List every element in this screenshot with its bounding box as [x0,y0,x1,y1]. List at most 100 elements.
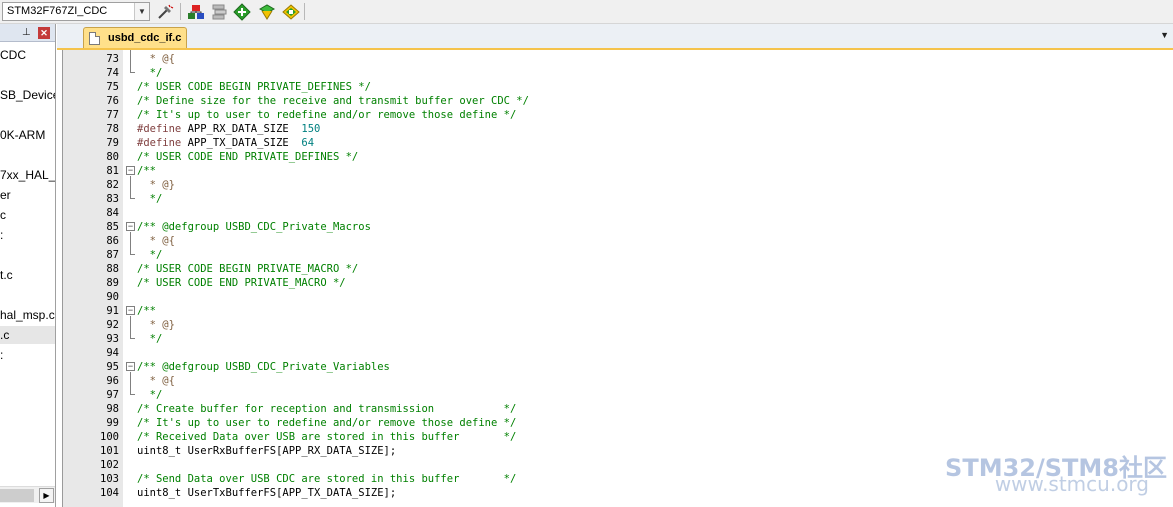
chevron-down-icon[interactable]: ▼ [134,3,149,20]
fold-collapse-icon[interactable]: − [126,362,135,371]
line-number: 103 [100,473,119,485]
code-text[interactable]: /* It's up to user to redefine and/or re… [137,416,516,430]
tree-item[interactable]: CDC [0,46,26,64]
toolbar: STM32F767ZI_CDC ▼ [0,0,1173,24]
target-select-value: STM32F767ZI_CDC [7,5,108,17]
tree-item[interactable]: hal_msp.c [0,306,55,324]
line-number: 82 [106,179,119,191]
tab-label: usbd_cdc_if.c [108,32,182,44]
fold-guide-end [130,72,135,73]
line-number: 88 [106,263,119,275]
options-for-target-icon[interactable] [155,2,175,21]
code-text[interactable]: * @} [137,178,175,192]
pack-installer-icon[interactable] [257,2,277,21]
line-number: 101 [100,445,119,457]
code-editor[interactable]: 73 * @{ 74 */ 75 /* USER CODE BEGIN PRIVATE… [62,50,1173,507]
editor-tab-bar: usbd_cdc_if.c ▼ [57,24,1173,50]
line-number: 75 [106,81,119,93]
code-text[interactable]: * @{ [137,234,175,248]
code-text[interactable]: #define APP_TX_DATA_SIZE 64 [137,136,314,150]
fold-collapse-icon[interactable]: − [126,222,135,231]
manage-project-items-icon[interactable] [186,2,206,21]
code-text[interactable]: /* USER CODE BEGIN PRIVATE_DEFINES */ [137,80,371,94]
tree-item[interactable]: : [0,226,3,244]
line-number: 100 [100,431,119,443]
line-number: 93 [106,333,119,345]
code-text[interactable]: */ [137,332,163,346]
line-number: 99 [106,417,119,429]
code-text[interactable]: /* Define size for the receive and trans… [137,94,529,108]
line-number: 104 [100,487,119,499]
code-text[interactable]: /* Send Data over USB CDC are stored in … [137,472,516,486]
tree-item[interactable]: t.c [0,266,13,284]
code-text[interactable]: /* Create buffer for reception and trans… [137,402,516,416]
horizontal-scrollbar[interactable]: ▶ [0,486,55,503]
code-text[interactable]: * @{ [137,374,175,388]
watermark-url: www.stmcu.org [994,472,1149,496]
scrollbar-thumb[interactable] [0,489,34,502]
select-packs-icon[interactable] [232,2,252,21]
tree-item[interactable]: er [0,186,11,204]
target-select[interactable]: STM32F767ZI_CDC ▼ [2,2,150,21]
pin-icon[interactable]: ⊥ [22,27,31,38]
fold-guide [130,316,131,338]
scroll-right-icon[interactable]: ▶ [39,488,54,503]
code-text[interactable]: /** [137,304,156,318]
code-text[interactable]: uint8_t UserRxBufferFS[APP_RX_DATA_SIZE]… [137,444,396,458]
line-number: 102 [100,459,119,471]
toolbar-separator [304,3,305,20]
tab-list-dropdown-icon[interactable]: ▼ [1160,30,1169,40]
code-text[interactable]: */ [137,192,163,206]
line-number: 92 [106,319,119,331]
project-panel-header: ⊥ ✕ [0,24,55,42]
code-text[interactable]: /* USER CODE END PRIVATE_DEFINES */ [137,150,358,164]
code-text[interactable]: uint8_t UserTxBufferFS[APP_TX_DATA_SIZE]… [137,486,396,500]
code-text[interactable]: /* Received Data over USB are stored in … [137,430,516,444]
line-number: 80 [106,151,119,163]
code-text[interactable]: /** @defgroup USBD_CDC_Private_Variables [137,360,390,374]
fold-guide [130,372,131,394]
tree-item-selected[interactable]: .c [0,326,55,344]
code-text[interactable]: */ [137,248,163,262]
tree-item[interactable]: c [0,206,6,224]
fold-collapse-icon[interactable]: − [126,306,135,315]
tab-usbd-cdc-if[interactable]: usbd_cdc_if.c [83,27,187,48]
code-text[interactable]: * @{ [137,52,175,66]
code-text[interactable]: /* USER CODE BEGIN PRIVATE_MACRO */ [137,262,358,276]
code-text[interactable]: * @} [137,318,175,332]
line-number: 95 [106,361,119,373]
line-number: 83 [106,193,119,205]
fold-collapse-icon[interactable]: − [126,166,135,175]
software-packs-icon[interactable] [281,2,301,21]
code-text[interactable]: #define APP_RX_DATA_SIZE 150 [137,122,320,136]
fold-guide [130,50,131,72]
line-number: 77 [106,109,119,121]
line-number: 84 [106,207,119,219]
line-number: 73 [106,53,119,65]
line-number: 74 [106,67,119,79]
tree-item[interactable]: SB_Device_ [0,86,55,104]
tree-item[interactable]: 7xx_HAL_I [0,166,55,184]
code-text[interactable]: /** @defgroup USBD_CDC_Private_Macros [137,220,371,234]
code-text[interactable]: */ [137,66,163,80]
fold-guide-end [130,394,135,395]
file-icon [89,31,100,45]
line-number: 91 [106,305,119,317]
code-text[interactable]: /** [137,164,156,178]
tree-item[interactable]: : [0,346,3,364]
fold-guide [130,232,131,254]
code-text[interactable]: /* USER CODE END PRIVATE_MACRO */ [137,276,346,290]
line-number: 94 [106,347,119,359]
tree-item[interactable]: 0K-ARM [0,126,45,144]
manage-components-icon[interactable] [209,2,229,21]
toolbar-separator [180,3,181,20]
code-text[interactable]: /* It's up to user to redefine and/or re… [137,108,516,122]
line-number: 96 [106,375,119,387]
project-panel: ⊥ ✕ CDC SB_Device_ 0K-ARM 7xx_HAL_I er c… [0,24,56,507]
line-number: 87 [106,249,119,261]
line-number: 76 [106,95,119,107]
close-icon[interactable]: ✕ [38,27,50,39]
code-text[interactable]: */ [137,388,163,402]
fold-margin [123,50,136,507]
line-number: 78 [106,123,119,135]
